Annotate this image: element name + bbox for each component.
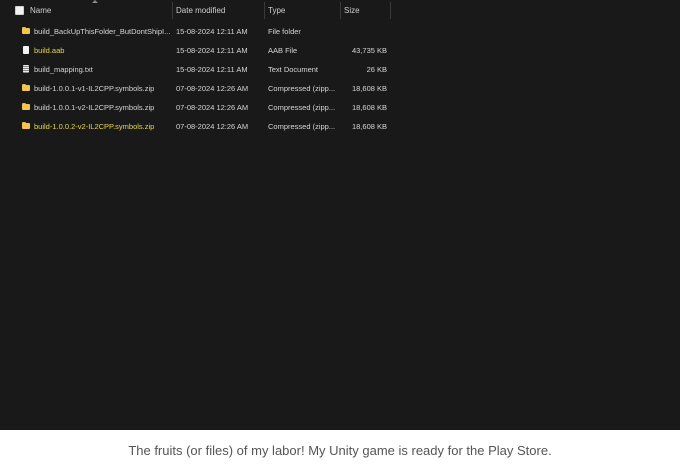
text-document-icon [22,65,31,73]
column-divider[interactable] [172,2,173,19]
file-icon [22,46,31,54]
column-divider[interactable] [390,2,391,19]
column-divider[interactable] [340,2,341,19]
select-all-checkbox[interactable] [15,6,24,15]
file-type: File folder [268,27,301,36]
file-size: 26 KB [366,65,387,74]
file-type: Compressed (zipp... [268,122,336,131]
folder-icon [22,27,31,35]
file-type: AAB File [268,46,298,55]
zip-folder-icon [22,84,31,92]
column-divider[interactable] [264,2,265,19]
file-name: build-1.0.0.1-v1-IL2CPP.symbols.zip [34,84,155,93]
file-name: build-1.0.0.1-v2-IL2CPP.symbols.zip [34,103,155,112]
column-header-date-modified[interactable]: Date modified [176,6,225,15]
file-row[interactable]: build_BackUpThisFolder_ButDontShipI... 1… [0,22,392,41]
file-size: 18,608 KB [351,103,387,112]
file-name: build.aab [34,46,65,55]
sort-ascending-icon [92,0,98,3]
file-date-modified: 07-08-2024 12:26 AM [176,122,249,131]
file-date-modified: 07-08-2024 12:26 AM [176,84,249,93]
file-date-modified: 15-08-2024 12:11 AM [176,27,248,36]
image-caption: The fruits (or files) of my labor! My Un… [128,443,552,458]
file-size: 18,608 KB [351,84,387,93]
file-name: build_BackUpThisFolder_ButDontShipI... [34,27,170,36]
column-header-row: Name Date modified Type Size [0,0,680,20]
file-row[interactable]: build-1.0.0.1-v1-IL2CPP.symbols.zip 07-0… [0,79,392,98]
file-type: Compressed (zipp... [268,103,336,112]
file-size: 18,608 KB [351,122,387,131]
file-row[interactable]: build.aab 15-08-2024 12:11 AM AAB File 4… [0,41,392,60]
file-explorer-screenshot: Name Date modified Type Size build_BackU… [0,0,680,430]
file-type: Text Document [268,65,319,74]
file-row[interactable]: build-1.0.0.1-v2-IL2CPP.symbols.zip 07-0… [0,98,392,117]
column-header-size[interactable]: Size [344,6,360,15]
column-header-type[interactable]: Type [268,6,285,15]
file-name: build_mapping.txt [34,65,93,74]
zip-folder-icon [22,122,31,130]
zip-folder-icon [22,103,31,111]
file-row[interactable]: build-1.0.0.2-v2-IL2CPP.symbols.zip 07-0… [0,117,392,136]
file-size: 43,735 KB [351,46,387,55]
file-name: build-1.0.0.2-v2-IL2CPP.symbols.zip [34,122,155,131]
file-date-modified: 15-08-2024 12:11 AM [176,46,248,55]
column-header-name[interactable]: Name [30,6,51,15]
file-type: Compressed (zipp... [268,84,336,93]
file-date-modified: 07-08-2024 12:26 AM [176,103,249,112]
file-date-modified: 15-08-2024 12:11 AM [176,65,248,74]
file-row[interactable]: build_mapping.txt 15-08-2024 12:11 AM Te… [0,60,392,79]
